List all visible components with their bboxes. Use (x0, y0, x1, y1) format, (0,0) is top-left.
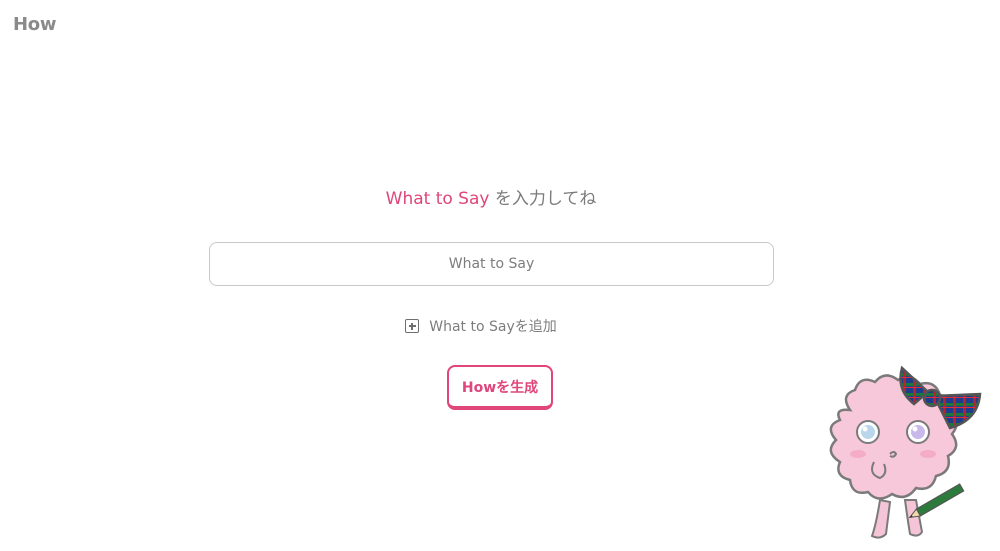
add-what-to-say-label: What to Sayを追加 (429, 319, 557, 335)
page-heading: What to Say を入力してね (0, 184, 982, 209)
what-to-say-field-wrapper (209, 242, 774, 286)
heading-rest: を入力してね (489, 189, 597, 209)
app-title: How (13, 14, 57, 35)
page: How What to Say を入力してね What to Sayを追加 Ho… (0, 0, 1000, 551)
generate-how-button[interactable]: Howを生成 (447, 365, 553, 410)
plus-square-icon (405, 319, 420, 333)
what-to-say-input[interactable] (209, 242, 774, 286)
heading-accent: What to Say (385, 189, 490, 209)
mascot-illustration (829, 365, 982, 539)
add-what-to-say-button[interactable]: What to Sayを追加 (0, 316, 962, 336)
